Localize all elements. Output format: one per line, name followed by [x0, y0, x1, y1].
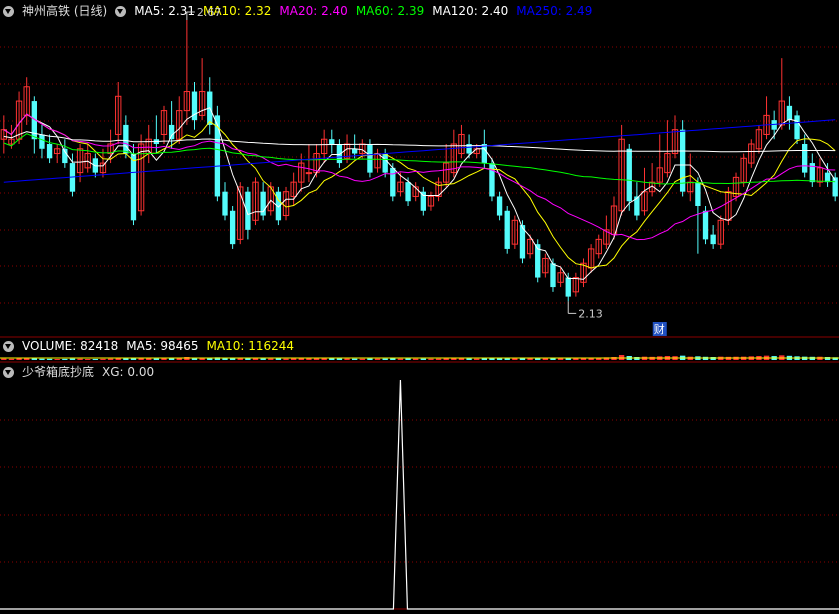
volume-bar: [153, 358, 160, 360]
low-price-label: 2.13: [578, 307, 603, 320]
volume-bar: [39, 358, 45, 360]
candle-body-down: [130, 153, 137, 221]
candle-body-down: [626, 148, 632, 202]
candle-body-down: [496, 196, 503, 216]
volume-bar: [85, 359, 91, 360]
volume-bar: [329, 358, 335, 360]
volume-bar: [451, 358, 457, 360]
volume-bar: [413, 358, 419, 360]
candle-body-down: [329, 139, 335, 144]
volume-bar: [527, 358, 533, 360]
volume-bar: [306, 358, 312, 360]
volume-bar: [466, 358, 472, 360]
volume-bar: [397, 358, 404, 360]
volume-bar: [351, 358, 358, 360]
volume-bar: [245, 358, 251, 360]
volume-bar: [374, 358, 381, 360]
volume-bar: [405, 358, 411, 360]
volume-bar: [161, 358, 167, 360]
candle-body-down: [489, 163, 495, 197]
candle-body-down: [710, 234, 716, 245]
volume-bar: [77, 358, 83, 360]
volume-bar: [46, 358, 53, 360]
volume-bar: [474, 358, 480, 360]
stock-chart[interactable]: 2.67 2.13 财: [0, 0, 839, 614]
volume-bar: [435, 358, 442, 360]
volume-bar: [260, 358, 266, 360]
volume-bar: [16, 358, 22, 360]
volume-bar: [62, 358, 68, 360]
candle-body-down: [168, 124, 175, 140]
volume-bar: [54, 359, 60, 360]
volume-bar: [420, 358, 426, 360]
volume-bar: [443, 358, 449, 360]
candle-body-down: [390, 167, 396, 197]
volume-bar: [1, 358, 7, 360]
candle-body-down: [382, 153, 388, 173]
candle-body-down: [123, 124, 129, 154]
volume-bar: [336, 358, 343, 360]
volume-bar: [283, 358, 289, 360]
volume-bar: [321, 358, 327, 360]
volume-bar: [298, 358, 304, 360]
volume-bar: [123, 358, 129, 360]
volume-bar: [367, 358, 373, 360]
candle-body-up: [305, 172, 313, 175]
candle-body-down: [679, 129, 686, 192]
volume-bar: [557, 358, 564, 360]
volume-bar: [8, 358, 15, 360]
candle-body-down: [229, 210, 236, 245]
candle-body-down: [420, 191, 426, 211]
volume-bar: [268, 358, 274, 360]
volume-bar: [252, 358, 259, 360]
candle-body-down: [702, 210, 709, 240]
candle-body-down: [214, 115, 221, 197]
candle-body-down: [367, 144, 373, 173]
volume-bar: [542, 358, 549, 360]
candle-body-down: [695, 182, 701, 206]
volume-bar: [92, 358, 99, 360]
volume-bar: [100, 358, 106, 360]
volume-bar: [290, 358, 297, 360]
candle-body-down: [802, 144, 808, 173]
volume-bar: [313, 358, 320, 360]
candle-body-down: [405, 182, 411, 202]
volume-bar: [31, 358, 37, 360]
candle-body-down: [794, 115, 800, 140]
volume-bar: [458, 358, 465, 360]
candle-body-down: [550, 263, 556, 288]
candle-body-down: [222, 191, 228, 216]
candle-body-down: [46, 144, 53, 159]
volume-bar: [168, 358, 175, 360]
volume-bar: [382, 358, 388, 360]
finance-badge: 财: [654, 322, 665, 336]
high-price-label: 2.67: [197, 6, 222, 19]
volume-bar: [359, 358, 365, 360]
candle-body-down: [481, 144, 488, 164]
candle-body-down: [786, 105, 793, 121]
volume-bar: [428, 358, 434, 360]
volume-bar: [275, 358, 282, 360]
candle-body-down: [832, 177, 838, 197]
volume-bar: [229, 358, 236, 360]
candle-body-down: [565, 277, 571, 297]
candle-body-down: [504, 210, 510, 249]
volume-bar: [390, 358, 396, 360]
xg-spike-line: [0, 379, 839, 610]
volume-bar: [481, 358, 488, 360]
volume-bar: [176, 358, 182, 360]
candle-body-down: [39, 134, 45, 149]
volume-bar: [344, 358, 350, 360]
volume-bar: [146, 358, 152, 360]
volume-bar: [69, 358, 76, 360]
volume-bar: [107, 358, 114, 360]
